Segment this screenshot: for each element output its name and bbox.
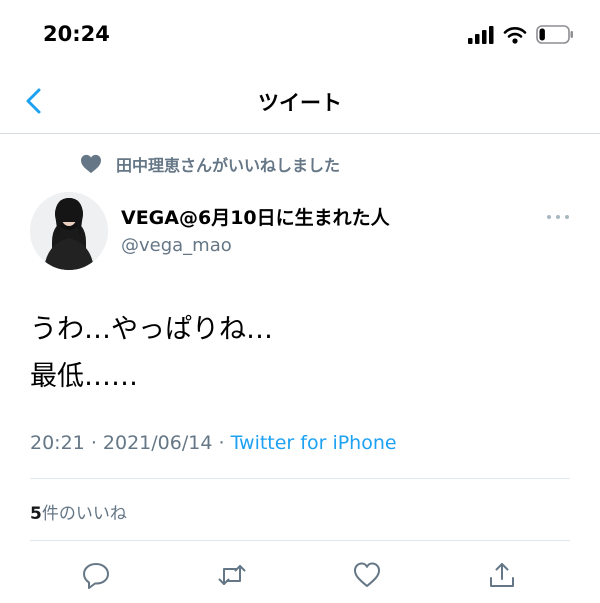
likes-count: 5 bbox=[30, 504, 42, 524]
meta-separator: · bbox=[90, 432, 97, 454]
status-icons bbox=[468, 25, 574, 44]
meta-separator: · bbox=[218, 432, 225, 454]
more-dot bbox=[565, 215, 569, 219]
heart-filled-icon bbox=[81, 154, 101, 174]
nav-bar: ツイート bbox=[0, 70, 600, 134]
social-context: 田中理恵さんがいいねしました bbox=[80, 152, 340, 176]
avatar[interactable] bbox=[30, 192, 108, 270]
share-icon[interactable] bbox=[487, 560, 517, 590]
liked-by-text[interactable]: 田中理恵さんがいいねしました bbox=[116, 152, 340, 176]
divider bbox=[30, 478, 570, 479]
tweet-meta: 20:21 · 2021/06/14 · Twitter for iPhone bbox=[30, 432, 397, 454]
like-icon[interactable] bbox=[352, 560, 382, 590]
divider bbox=[30, 540, 570, 541]
tweet-date: 2021/06/14 bbox=[102, 432, 213, 454]
tweet-text: うわ…やっぱりね… 最低…… bbox=[30, 306, 273, 400]
tweet-text-line: うわ…やっぱりね… bbox=[30, 314, 273, 345]
battery-icon bbox=[536, 25, 573, 44]
author-handle[interactable]: @vega_mao bbox=[121, 235, 232, 256]
tweet-time: 20:21 bbox=[30, 432, 85, 454]
reply-icon[interactable] bbox=[81, 560, 111, 590]
likes-label: 件のいいね bbox=[41, 504, 127, 524]
author-display-name[interactable]: VEGA@6月10日に生まれた人 bbox=[121, 203, 390, 230]
likes-count-link[interactable]: 5件のいいね bbox=[30, 499, 127, 524]
more-options-icon[interactable] bbox=[541, 207, 575, 227]
tweet-text-line: 最低…… bbox=[30, 361, 138, 392]
tweet-actions bbox=[0, 560, 600, 590]
avatar-image bbox=[30, 192, 108, 270]
more-dot bbox=[556, 215, 560, 219]
page-title: ツイート bbox=[258, 91, 342, 115]
status-bar: 20:24 bbox=[0, 0, 600, 70]
retweet-icon[interactable] bbox=[217, 560, 247, 590]
tweet-source-link[interactable]: Twitter for iPhone bbox=[231, 432, 397, 454]
wifi-icon bbox=[503, 26, 527, 44]
more-dot bbox=[547, 215, 551, 219]
signal-icon bbox=[468, 25, 494, 44]
status-time: 20:24 bbox=[43, 22, 110, 46]
